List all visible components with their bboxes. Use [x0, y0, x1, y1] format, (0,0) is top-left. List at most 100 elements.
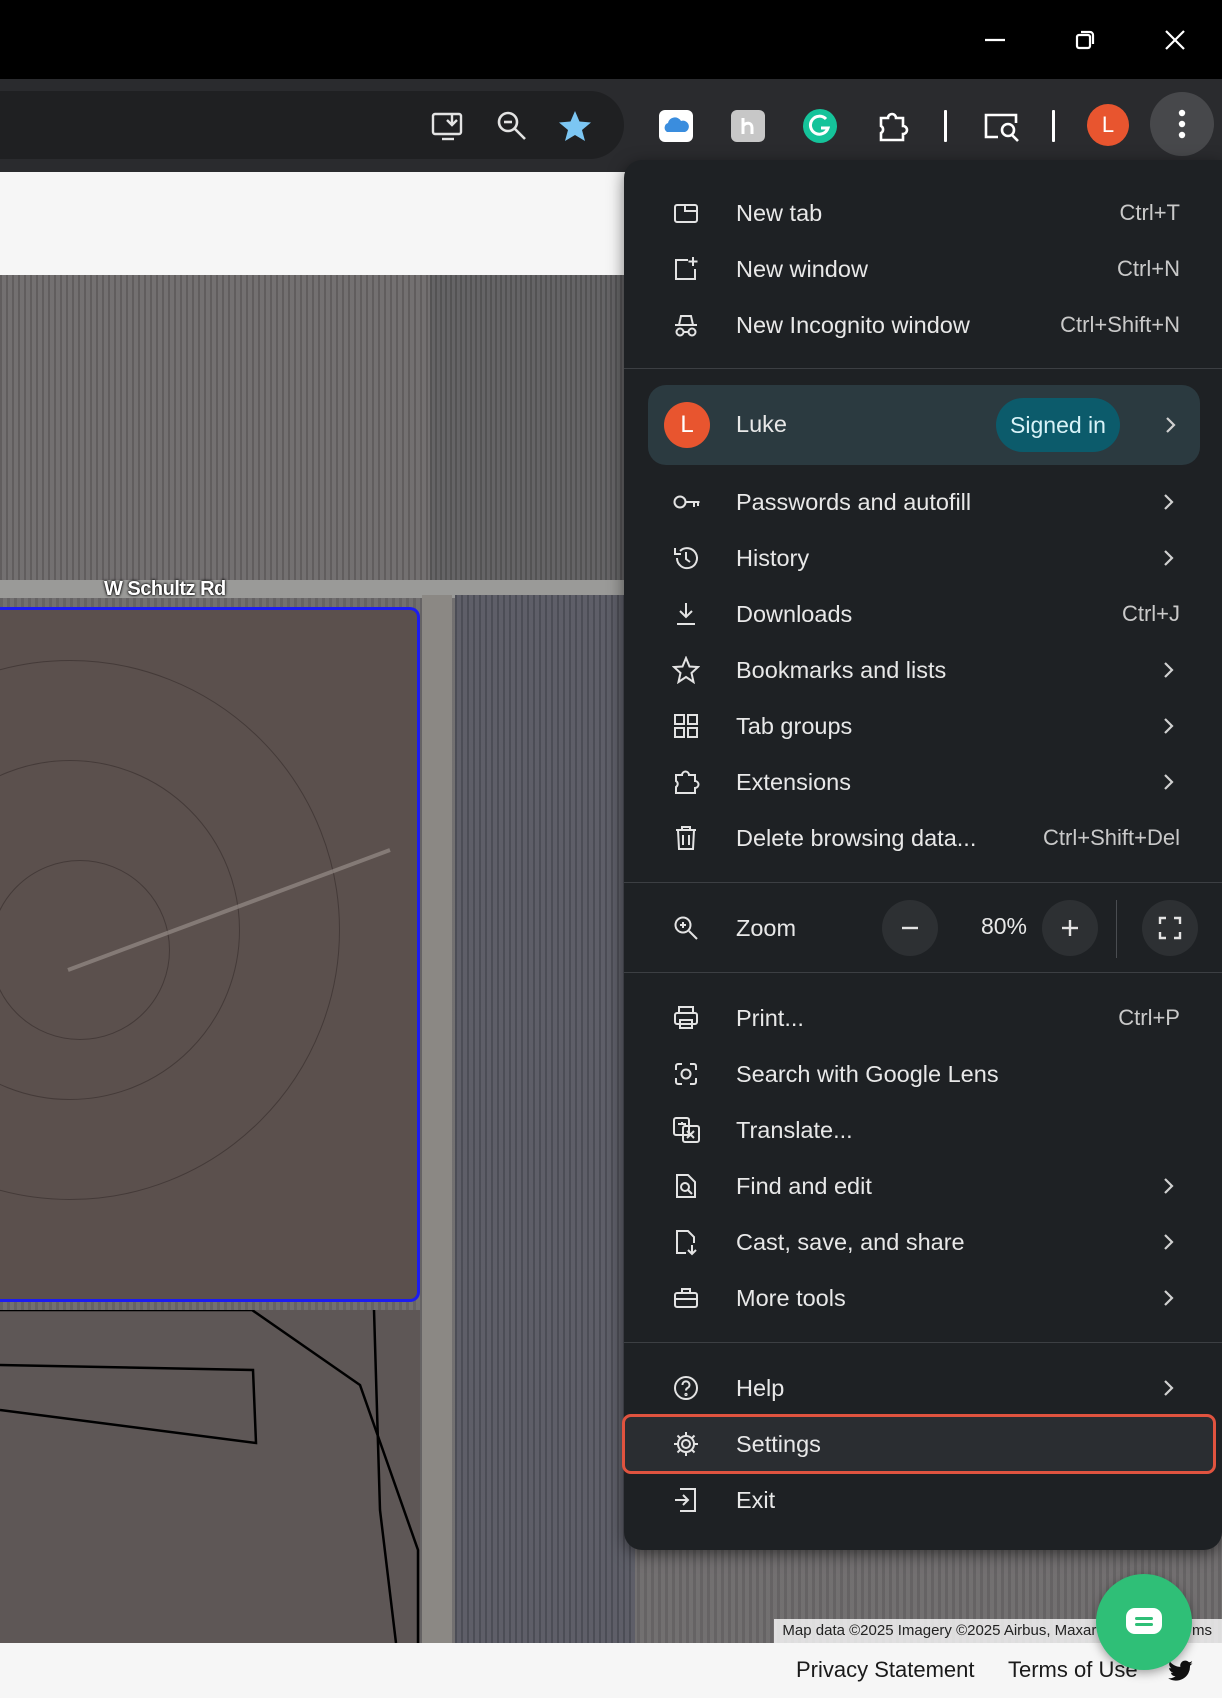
chevron-right-icon [1158, 1378, 1178, 1398]
road-label: W Schultz Rd [104, 578, 226, 600]
restore-button[interactable] [1040, 0, 1130, 79]
exit-icon [672, 1486, 700, 1514]
menu-item-label: Search with Google Lens [736, 1060, 999, 1087]
menu-item-label: Exit [736, 1486, 776, 1513]
new-window-icon [672, 255, 700, 283]
menu-item-cast-save-share[interactable]: Cast, save, and share [624, 1214, 1222, 1270]
menu-item-downloads[interactable]: Downloads Ctrl+J [624, 586, 1222, 642]
menu-item-shortcut: Ctrl+Shift+Del [1043, 825, 1180, 850]
extensions-puzzle-icon[interactable] [873, 106, 913, 146]
extensions-puzzle-icon [672, 768, 700, 796]
honey-extension-icon[interactable] [728, 106, 768, 146]
menu-item-label: History [736, 544, 810, 571]
zoom-icon [672, 914, 700, 942]
map-field [430, 275, 630, 580]
menu-item-find-and-edit[interactable]: Find and edit [624, 1158, 1222, 1214]
menu-item-label: More tools [736, 1284, 846, 1311]
minimize-button[interactable] [950, 0, 1040, 79]
install-app-icon[interactable] [428, 106, 468, 146]
menu-item-delete-browsing-data[interactable]: Delete browsing data... Ctrl+Shift+Del [624, 810, 1222, 866]
map-field [0, 1310, 420, 1643]
chevron-right-icon [1158, 716, 1178, 736]
zoom-out-button[interactable] [882, 900, 938, 956]
map-road [422, 595, 452, 1643]
menu-item-label: Passwords and autofill [736, 488, 972, 515]
menu-item-label: Find and edit [736, 1172, 872, 1199]
menu-item-label: Translate... [736, 1116, 853, 1143]
menu-item-label: Settings [736, 1430, 821, 1457]
translate-icon [672, 1116, 700, 1144]
fullscreen-icon [1158, 916, 1182, 940]
tab-search-icon[interactable] [980, 106, 1024, 146]
menu-item-more-tools[interactable]: More tools [624, 1270, 1222, 1326]
icloud-extension-icon[interactable] [656, 106, 696, 146]
menu-profile-row[interactable]: L Luke Signed in [648, 385, 1200, 465]
chevron-right-icon [1160, 415, 1180, 435]
menu-item-google-lens[interactable]: Search with Google Lens [624, 1046, 1222, 1102]
chevron-right-icon [1158, 772, 1178, 792]
twitter-icon[interactable] [1168, 1660, 1194, 1687]
menu-item-bookmarks[interactable]: Bookmarks and lists [624, 642, 1222, 698]
menu-item-new-tab[interactable]: New tab Ctrl+T [624, 185, 1222, 241]
pivot-track [67, 848, 391, 972]
toolbox-icon [672, 1284, 700, 1312]
title-bar [0, 0, 1222, 79]
zoom-divider [1116, 900, 1117, 958]
field-boundary-lines [0, 1310, 420, 1643]
print-icon [672, 1004, 700, 1032]
key-icon [672, 488, 700, 516]
close-button[interactable] [1130, 0, 1220, 79]
more-menu-button[interactable] [1150, 92, 1214, 156]
signed-in-badge: Signed in [996, 398, 1120, 452]
chevron-right-icon [1158, 1176, 1178, 1196]
menu-item-exit[interactable]: Exit [624, 1472, 1222, 1528]
menu-item-settings[interactable]: Settings [624, 1416, 1222, 1472]
cast-save-icon [672, 1228, 700, 1256]
menu-item-new-window[interactable]: New window Ctrl+N [624, 241, 1222, 297]
fullscreen-button[interactable] [1142, 900, 1198, 956]
menu-item-history[interactable]: History [624, 530, 1222, 586]
chevron-right-icon [1158, 1288, 1178, 1308]
zoom-in-button[interactable] [1042, 900, 1098, 956]
menu-item-shortcut: Ctrl+N [1117, 256, 1180, 281]
chat-icon [1126, 1608, 1162, 1634]
menu-item-translate[interactable]: Translate... [624, 1102, 1222, 1158]
menu-item-print[interactable]: Print... Ctrl+P [624, 990, 1222, 1046]
privacy-statement-link[interactable]: Privacy Statement [796, 1657, 975, 1683]
find-in-page-icon [672, 1172, 700, 1200]
chat-widget-button[interactable] [1096, 1574, 1192, 1670]
zoom-level: 80% [980, 913, 1028, 939]
menu-item-label: Delete browsing data... [736, 824, 977, 851]
chevron-right-icon [1158, 492, 1178, 512]
menu-item-new-incognito[interactable]: New Incognito window Ctrl+Shift+N [624, 297, 1222, 353]
bookmark-star-icon[interactable] [555, 106, 595, 146]
menu-item-shortcut: Ctrl+T [1119, 200, 1181, 225]
page-footer: Privacy Statement Terms of Use [0, 1643, 1222, 1698]
menu-item-extensions[interactable]: Extensions [624, 754, 1222, 810]
menu-item-label: Zoom [736, 914, 797, 941]
chevron-right-icon [1158, 1232, 1178, 1252]
selected-field-boundary[interactable] [0, 607, 420, 1302]
incognito-icon [672, 311, 700, 339]
google-lens-icon [672, 1060, 700, 1088]
menu-item-passwords[interactable]: Passwords and autofill [624, 474, 1222, 530]
browser-main-menu: New tab Ctrl+T New window Ctrl+N New Inc… [622, 160, 1222, 1550]
menu-item-shortcut: Ctrl+Shift+N [1060, 312, 1180, 337]
menu-item-help[interactable]: Help [624, 1360, 1222, 1416]
menu-item-label: New Incognito window [736, 311, 970, 338]
menu-item-label: Help [736, 1374, 785, 1401]
zoom-icon[interactable] [492, 106, 532, 146]
chevron-right-icon [1158, 660, 1178, 680]
map-field [0, 275, 430, 580]
menu-separator [624, 972, 1222, 973]
new-tab-icon [672, 199, 700, 227]
tab-groups-icon [672, 712, 700, 740]
menu-separator [624, 368, 1222, 369]
browser-toolbar [0, 79, 1222, 172]
profile-avatar: L [664, 402, 710, 448]
gear-icon [672, 1430, 700, 1458]
history-icon [672, 544, 700, 572]
profile-avatar[interactable]: L [1087, 104, 1129, 146]
grammarly-extension-icon[interactable] [800, 106, 840, 146]
menu-item-tab-groups[interactable]: Tab groups [624, 698, 1222, 754]
